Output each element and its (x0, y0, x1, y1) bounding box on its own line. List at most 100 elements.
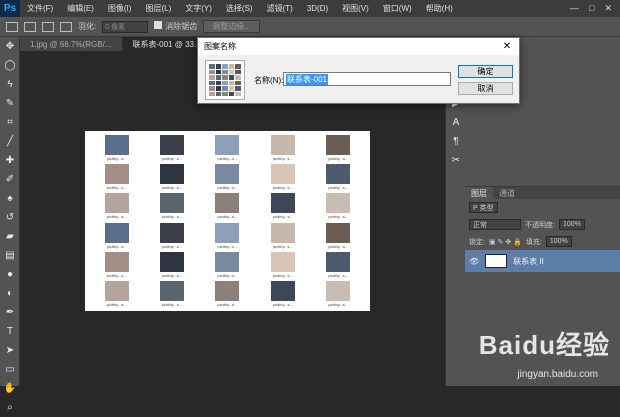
new-selection-icon[interactable] (24, 21, 36, 32)
document-canvas[interactable]: pictthy...s... pictthy...s... pictthy...s.… (85, 131, 370, 311)
tab-layers[interactable]: 图层 (465, 187, 493, 199)
preview-dot (222, 91, 228, 96)
menu-image[interactable]: 图像(I) (101, 3, 139, 14)
lock-icons[interactable]: ▣ ✎ ✥ 🔒 (489, 238, 522, 246)
gradient-tool-icon[interactable]: ▤ (0, 246, 20, 265)
contact-thumbnail: pictthy...s... (311, 162, 366, 191)
fill-field[interactable]: 100% (545, 236, 572, 247)
marquee-tool-icon[interactable]: ◯ (0, 56, 20, 75)
blend-mode-select[interactable]: 正常 (469, 219, 521, 230)
watermark-url: jingyan.baidu.com (517, 369, 598, 380)
photo-thumbnail (326, 193, 351, 214)
preview-dot (209, 91, 215, 96)
photo-thumbnail (326, 251, 351, 272)
photo-thumbnail (326, 134, 351, 155)
preview-dot (222, 75, 228, 80)
photo-thumbnail (160, 193, 185, 214)
menu-window[interactable]: 窗口(W) (376, 3, 419, 14)
lock-row: 锁定: ▣ ✎ ✥ 🔒 填充: 100% (465, 233, 620, 250)
dodge-tool-icon[interactable]: ◐ (0, 284, 20, 303)
photo-thumbnail (160, 281, 185, 302)
tool-presets-icon[interactable]: ✂ (446, 151, 466, 170)
lasso-tool-icon[interactable]: ϟ (0, 75, 20, 94)
layer-kind-filter[interactable]: P 类型 (469, 202, 498, 213)
add-selection-icon[interactable] (42, 21, 54, 32)
preview-dot (235, 86, 241, 91)
zoom-tool-icon[interactable]: ⌕ (0, 398, 20, 417)
blur-tool-icon[interactable]: ● (0, 265, 20, 284)
pattern-name-input[interactable]: 联系表-001 (283, 72, 451, 86)
preview-dot (222, 80, 228, 85)
pattern-preview (205, 60, 245, 100)
type-tool-icon[interactable]: T (0, 322, 20, 341)
close-window-button[interactable]: ✕ (604, 3, 612, 14)
preview-dot (235, 91, 241, 96)
maximize-button[interactable]: □ (589, 3, 594, 14)
preview-dot (215, 86, 222, 91)
thumbnail-caption: pictthy...s... (272, 184, 293, 190)
menu-type[interactable]: 文字(Y) (178, 3, 219, 14)
history-brush-icon[interactable]: ↺ (0, 208, 20, 227)
thumbnail-caption: pictthy...s... (162, 272, 183, 278)
paragraph-panel-icon[interactable]: ¶ (446, 132, 466, 151)
name-label: 名称(N): (254, 76, 284, 85)
menu-select[interactable]: 选择(S) (219, 3, 260, 14)
layer-item[interactable]: 👁 联系表 II (465, 250, 620, 272)
lock-label: 锁定: (469, 238, 485, 246)
layer-name: 联系表 II (513, 256, 544, 266)
preview-dot (215, 91, 222, 96)
photo-thumbnail (104, 193, 129, 214)
menu-layer[interactable]: 图层(L) (138, 3, 178, 14)
hand-tool-icon[interactable]: ✋ (0, 379, 20, 398)
thumbnail-caption: pictthy...s... (272, 243, 293, 249)
preview-dot (215, 75, 222, 80)
thumbnail-caption: pictthy...s... (106, 272, 127, 278)
antialias-label: 消除锯齿 (165, 22, 198, 31)
opacity-field[interactable]: 100% (558, 219, 585, 230)
path-select-icon[interactable]: ➤ (0, 341, 20, 360)
refine-edge-button[interactable]: 调整边缘... (203, 20, 260, 33)
crop-tool-icon[interactable]: ⌗ (0, 113, 20, 132)
cancel-button[interactable]: 取消 (458, 82, 513, 95)
eyedropper-icon[interactable]: ╱ (0, 132, 20, 151)
thumbnail-caption: pictthy...s... (106, 155, 127, 161)
pen-tool-icon[interactable]: ✒ (0, 303, 20, 322)
clone-stamp-icon[interactable]: ♠ (0, 189, 20, 208)
quick-select-icon[interactable]: ✎ (0, 94, 20, 113)
subtract-selection-icon[interactable] (60, 21, 72, 32)
ok-button[interactable]: 确定 (458, 65, 513, 78)
move-tool-icon[interactable]: ✥ (0, 37, 20, 56)
tab-channels[interactable]: 通道 (493, 187, 521, 199)
photo-thumbnail (270, 281, 295, 302)
contact-thumbnail: pictthy...s... (255, 280, 310, 309)
photo-thumbnail (215, 134, 240, 155)
close-icon[interactable]: ✕ (495, 41, 519, 52)
photo-thumbnail (326, 163, 351, 184)
contact-thumbnail: pictthy...s... (200, 250, 255, 279)
feather-label: 羽化: (78, 22, 97, 31)
minimize-button[interactable]: — (570, 3, 579, 14)
contact-thumbnail: pictthy...s... (255, 221, 310, 250)
eraser-tool-icon[interactable]: ▰ (0, 227, 20, 246)
character-panel-icon[interactable]: A (446, 113, 466, 132)
preview-dot (215, 69, 222, 74)
healing-brush-icon[interactable]: ✚ (0, 151, 20, 170)
preview-dot (235, 80, 241, 85)
antialias-checkbox[interactable]: 消除锯齿 (154, 21, 197, 32)
dialog-titlebar: 图案名称 ✕ (198, 38, 519, 55)
lasso-tool-icon[interactable] (6, 21, 18, 32)
menu-3d[interactable]: 3D(D) (300, 4, 335, 13)
tab-1jpg[interactable]: 1.jpg @ 66.7%(RGB/... (20, 37, 123, 51)
brush-tool-icon[interactable]: ✐ (0, 170, 20, 189)
contact-thumbnail: pictthy...s... (311, 280, 366, 309)
thumbnail-caption: pictthy...s... (217, 272, 238, 278)
feather-input[interactable]: 0 像素 (102, 20, 149, 33)
thumbnail-caption: pictthy...s... (328, 243, 349, 249)
menu-view[interactable]: 视图(V) (335, 3, 376, 14)
menu-filter[interactable]: 滤镜(T) (260, 3, 300, 14)
visibility-eye-icon[interactable]: 👁 (469, 257, 479, 266)
menu-edit[interactable]: 编辑(E) (60, 3, 101, 14)
shape-tool-icon[interactable]: ▭ (0, 360, 20, 379)
menu-file[interactable]: 文件(F) (20, 3, 60, 14)
menu-help[interactable]: 帮助(H) (419, 3, 460, 14)
